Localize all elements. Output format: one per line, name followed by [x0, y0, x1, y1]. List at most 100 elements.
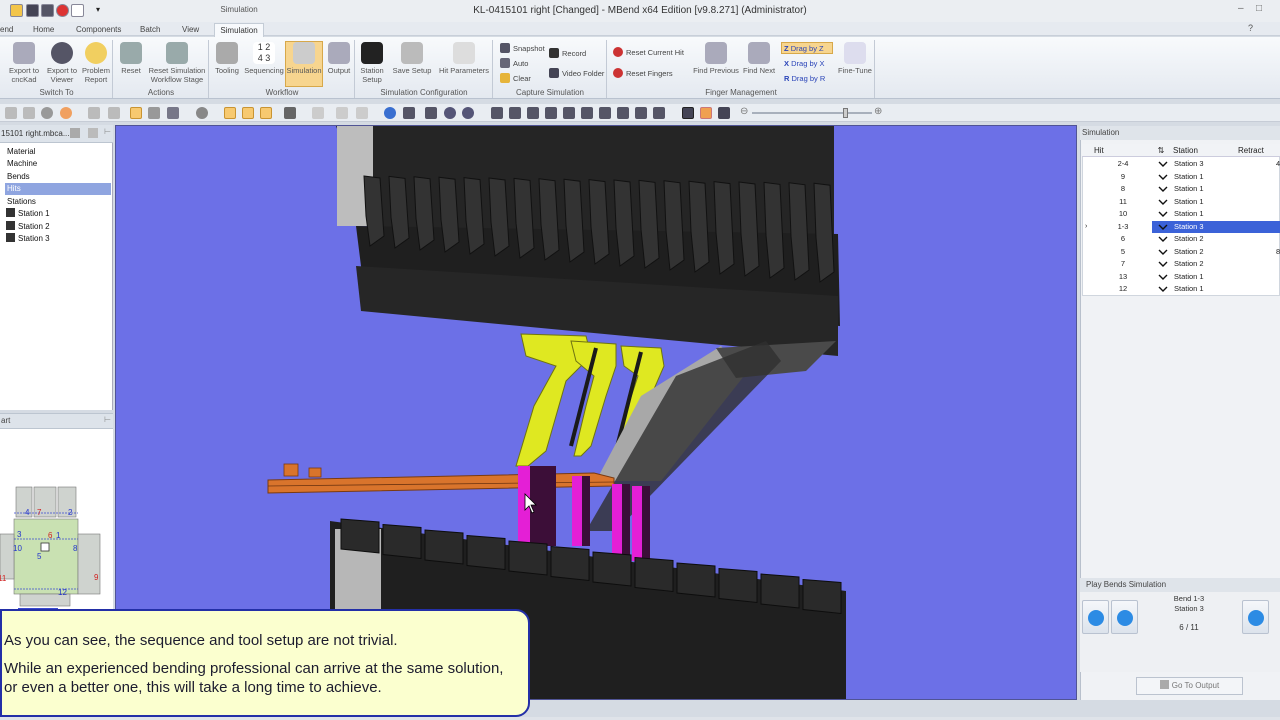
drag-by-x-button[interactable]: X Drag by X [784, 58, 824, 70]
view-icon[interactable] [635, 107, 647, 119]
sort-icon[interactable]: ⇅ [1152, 144, 1170, 157]
tree-item-station-2[interactable]: Station 2 [6, 221, 50, 233]
save-icon[interactable] [26, 4, 39, 17]
view-icon[interactable] [581, 107, 593, 119]
auto-button[interactable]: Auto [500, 58, 528, 70]
find-next-button[interactable]: Find Next [741, 42, 777, 75]
toolbar-icon[interactable] [242, 107, 254, 119]
exit-icon[interactable] [71, 4, 84, 17]
record-button[interactable]: Record [549, 48, 586, 60]
fine-tune-button[interactable]: Fine-Tune [836, 42, 874, 75]
clear-button[interactable]: Clear [500, 73, 531, 85]
tooling-button[interactable]: Tooling [212, 42, 242, 75]
view-icon[interactable] [509, 107, 521, 119]
display-icon[interactable] [682, 107, 694, 119]
chevron-down-icon[interactable] [1158, 222, 1168, 232]
tree-item-material[interactable]: Material [7, 146, 35, 158]
tab-batch[interactable]: Batch [140, 24, 160, 36]
toolbar-icon[interactable] [148, 107, 160, 119]
toolbar-icon[interactable] [356, 107, 368, 119]
pin-icon[interactable]: ⊢ [104, 127, 111, 136]
export-viewer-button[interactable]: Export to Viewer [44, 42, 80, 84]
next-bend-button[interactable] [1242, 600, 1269, 634]
column-header-retract[interactable]: Retract [1234, 144, 1280, 157]
table-row[interactable]: 12 Station 1 [1082, 283, 1280, 296]
zoom-out-icon[interactable] [462, 107, 474, 119]
column-header-station[interactable]: Station [1170, 144, 1234, 157]
panel-tool-icon[interactable] [70, 128, 80, 138]
view-icon[interactable] [599, 107, 611, 119]
tab-end[interactable]: end [0, 24, 13, 36]
pin-icon[interactable]: ⊢ [104, 415, 111, 424]
zoom-slider-track[interactable] [752, 112, 872, 114]
table-row[interactable]: 6 Station 2 [1082, 233, 1280, 246]
reset-fingers-button[interactable]: Reset Fingers [613, 68, 673, 80]
table-row[interactable]: 5 Station 2 8 [1082, 246, 1280, 259]
tree-item-station-1[interactable]: Station 1 [6, 208, 50, 220]
table-row[interactable]: 7 Station 2 [1082, 258, 1280, 271]
view-icon[interactable] [491, 107, 503, 119]
view-icon[interactable] [545, 107, 557, 119]
chevron-down-icon[interactable] [1158, 172, 1168, 182]
tree-item-stations[interactable]: Stations [7, 196, 36, 208]
pan-icon[interactable] [403, 107, 415, 119]
save-setup-button[interactable]: Save Setup [390, 42, 434, 75]
table-row[interactable]: 10 Station 1 [1082, 208, 1280, 221]
tab-home[interactable]: Home [33, 24, 54, 36]
toolbar-icon[interactable] [130, 107, 142, 119]
toolbar-icon[interactable] [336, 107, 348, 119]
reset-current-hit-button[interactable]: Reset Current Hit [613, 47, 684, 59]
sequencing-button[interactable]: 1 24 3 Sequencing [243, 42, 285, 75]
tree-item-bends[interactable]: Bends [7, 171, 30, 183]
toolbar-icon[interactable] [224, 107, 236, 119]
table-row[interactable]: 11 Station 1 [1082, 196, 1280, 209]
toolbar-icon[interactable] [108, 107, 120, 119]
reset-button[interactable]: Reset [116, 42, 146, 75]
stop-icon[interactable] [56, 4, 69, 17]
maximize-button[interactable]: □ [1256, 3, 1262, 14]
table-row[interactable]: 2-4 Station 3 4 [1082, 158, 1280, 171]
zoom-in-icon[interactable] [444, 107, 456, 119]
minimize-button[interactable]: – [1238, 3, 1244, 14]
qat-dropdown-icon[interactable]: ▾ [96, 5, 100, 14]
display-icon[interactable] [718, 107, 730, 119]
tab-simulation[interactable]: Simulation [214, 23, 264, 37]
tab-view[interactable]: View [182, 24, 199, 36]
chevron-down-icon[interactable] [1158, 259, 1168, 269]
export-cnckad-button[interactable]: Export to cncKad [2, 42, 46, 84]
open-icon[interactable] [10, 4, 23, 17]
toolbar-icon[interactable] [60, 107, 72, 119]
toolbar-icon[interactable] [88, 107, 100, 119]
eye-icon[interactable] [41, 107, 53, 119]
chevron-down-icon[interactable] [1158, 234, 1168, 244]
tab-components[interactable]: Components [76, 24, 121, 36]
toolbar-icon[interactable] [260, 107, 272, 119]
problem-report-button[interactable]: Problem Report [80, 42, 112, 84]
rotate-icon[interactable] [384, 107, 396, 119]
first-bend-button[interactable] [1082, 600, 1109, 634]
toolbar-icon[interactable] [312, 107, 324, 119]
view-icon[interactable] [563, 107, 575, 119]
go-to-output-button[interactable]: Go To Output [1136, 677, 1243, 695]
view-icon[interactable] [653, 107, 665, 119]
find-previous-button[interactable]: Find Previous [692, 42, 740, 75]
station-setup-button[interactable]: Station Setup [357, 42, 387, 84]
chevron-down-icon[interactable] [1158, 247, 1168, 257]
previous-bend-button[interactable] [1111, 600, 1138, 634]
zoom-out-slider-icon[interactable]: ⊖ [740, 106, 748, 117]
view-icon[interactable] [527, 107, 539, 119]
chevron-down-icon[interactable] [1158, 197, 1168, 207]
panel-tool-icon[interactable] [88, 128, 98, 138]
video-folder-button[interactable]: Video Folder [549, 68, 604, 80]
toolbar-icon[interactable] [167, 107, 179, 119]
zoom-window-icon[interactable] [425, 107, 437, 119]
tree-item-machine[interactable]: Machine [7, 158, 37, 170]
table-row[interactable]: 8 Station 1 [1082, 183, 1280, 196]
table-row[interactable]: 9 Station 1 [1082, 171, 1280, 184]
reset-workflow-button[interactable]: Reset Simulation Workflow Stage [146, 42, 208, 84]
chevron-down-icon[interactable] [1158, 184, 1168, 194]
toolbar-icon[interactable] [284, 107, 296, 119]
output-button[interactable]: Output [324, 42, 354, 75]
display-icon[interactable] [700, 107, 712, 119]
print-icon[interactable] [41, 4, 54, 17]
